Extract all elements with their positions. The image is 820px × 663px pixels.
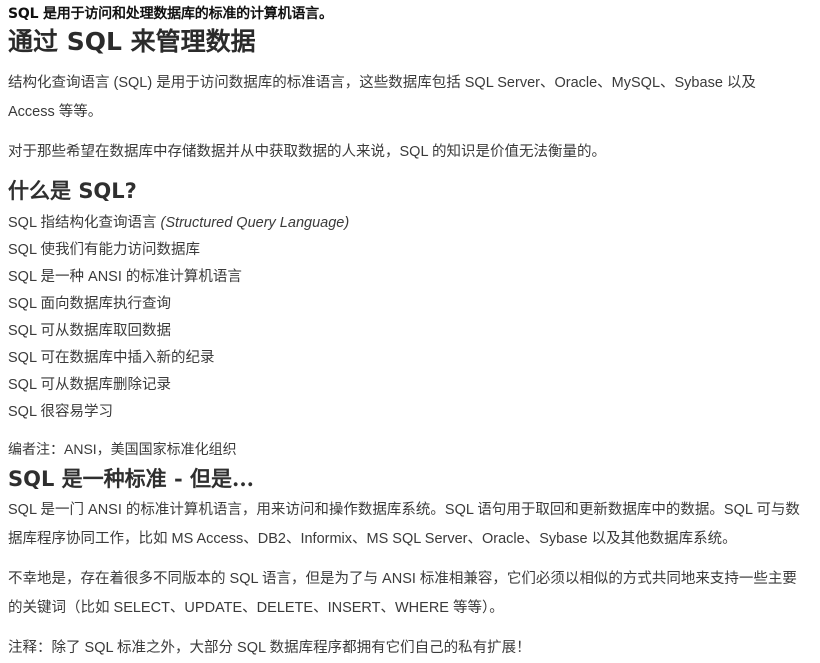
list-item: SQL 可在数据库中插入新的纪录 <box>8 345 806 372</box>
list-item-text: SQL 很容易学习 <box>8 404 114 420</box>
list-item-text: SQL 面向数据库执行查询 <box>8 296 172 312</box>
section-heading-what-is-sql: 什么是 SQL? <box>8 178 806 204</box>
list-item-emphasis: (Structured Query Language) <box>160 215 350 231</box>
list-item-text: SQL 可从数据库取回数据 <box>8 323 172 339</box>
editor-note: 编者注：ANSI，美国国家标准化组织 <box>8 441 237 457</box>
what-is-heading-keyword: SQL? <box>78 179 137 203</box>
list-item: SQL 指结构化查询语言 (Structured Query Language) <box>8 210 806 237</box>
list-item: SQL 面向数据库执行查询 <box>8 291 806 318</box>
list-item: SQL 可从数据库取回数据 <box>8 318 806 345</box>
page-title: 通过 SQL 来管理数据 <box>8 26 806 57</box>
standard-paragraph-1: SQL 是一门 ANSI 的标准计算机语言，用来访问和操作数据库系统。SQL 语… <box>8 502 800 547</box>
standard-heading-suffix: 是一种标准 - 但是... <box>54 466 254 491</box>
sql-facts-list: SQL 指结构化查询语言 (Structured Query Language)… <box>8 210 806 426</box>
lead-statement: SQL 是用于访问和处理数据库的标准的计算机语言。 <box>8 6 333 22</box>
list-item-text: SQL 可在数据库中插入新的纪录 <box>8 350 215 366</box>
intro-paragraph-1: 结构化查询语言 (SQL) 是用于访问数据库的标准语言，这些数据库包括 SQL … <box>8 75 756 120</box>
page-title-prefix: 通过 <box>8 27 67 56</box>
list-item-text: SQL 是一种 ANSI 的标准计算机语言 <box>8 269 242 285</box>
standard-paragraph-2: 不幸地是，存在着很多不同版本的 SQL 语言，但是为了与 ANSI 标准相兼容，… <box>8 571 797 616</box>
list-item-text: SQL 指结构化查询语言 <box>8 215 161 231</box>
page-title-suffix: 来管理数据 <box>121 27 256 56</box>
intro-paragraph-2: 对于那些希望在数据库中存储数据并从中获取数据的人来说，SQL 的知识是价值无法衡… <box>8 144 607 160</box>
list-item: SQL 使我们有能力访问数据库 <box>8 237 806 264</box>
document-body: SQL 是用于访问和处理数据库的标准的计算机语言。 通过 SQL 来管理数据 结… <box>0 0 820 663</box>
list-item: SQL 很容易学习 <box>8 399 806 426</box>
standard-footnote: 注释：除了 SQL 标准之外，大部分 SQL 数据库程序都拥有它们自己的私有扩展… <box>8 640 531 656</box>
list-item: SQL 可从数据库删除记录 <box>8 372 806 399</box>
list-item-text: SQL 使我们有能力访问数据库 <box>8 242 201 258</box>
what-is-heading-prefix: 什么是 <box>8 178 79 203</box>
list-item: SQL 是一种 ANSI 的标准计算机语言 <box>8 264 806 291</box>
standard-heading-keyword: SQL <box>8 467 55 491</box>
list-item-text: SQL 可从数据库删除记录 <box>8 377 172 393</box>
page-title-keyword: SQL <box>66 27 122 56</box>
section-heading-sql-standard: SQL 是一种标准 - 但是... <box>8 466 806 492</box>
